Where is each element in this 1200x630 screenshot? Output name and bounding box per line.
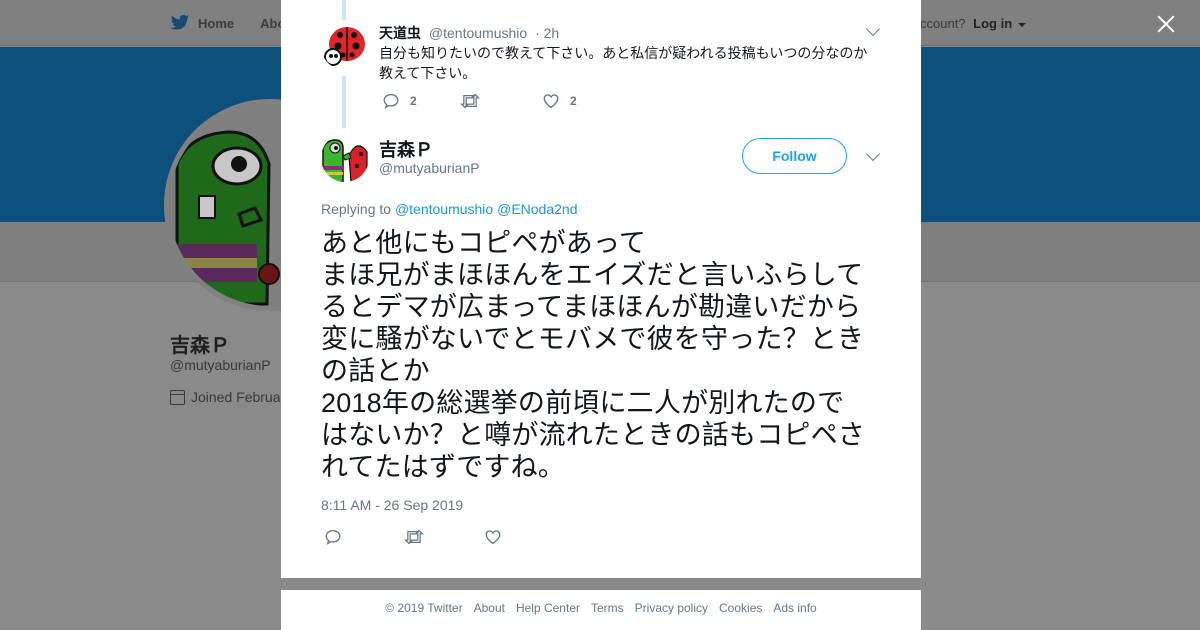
footer-link-about[interactable]: About <box>474 601 505 615</box>
frog-avatar-small-image <box>321 134 369 182</box>
like-button[interactable]: 2 <box>542 92 577 110</box>
reply-button[interactable]: 2 <box>382 92 460 110</box>
replying-prefix: Replying to <box>321 201 392 217</box>
calendar-icon <box>170 389 185 405</box>
nav-home-link[interactable]: Home <box>198 16 234 31</box>
reply-button[interactable] <box>324 528 404 546</box>
replying-to: Replying to @tentoumushio @ENoda2nd <box>321 201 578 217</box>
twitter-bird-icon <box>170 14 190 30</box>
footer-link-terms[interactable]: Terms <box>591 601 624 615</box>
joined-text: Joined Februa <box>191 389 281 405</box>
account-prompt: ccount? <box>920 16 966 31</box>
chevron-down-icon[interactable] <box>865 21 881 37</box>
tweet-permalink-modal: 天道虫 @tentoumushio · 2h 自分も知りたいので教えて下さい。あ… <box>281 0 921 578</box>
main-tweet-text: あと他にもコピペがあって まほ兄がまほほんをエイズだと言いふらしてるとデマが広ま… <box>321 228 865 482</box>
parent-avatar[interactable] <box>321 22 369 70</box>
background-nav: Home Abo <box>170 14 285 32</box>
parent-author-name[interactable]: 天道虫 <box>379 25 421 41</box>
heart-icon <box>485 530 501 545</box>
reply-count: 2 <box>410 94 417 108</box>
caret-down-icon[interactable] <box>1017 22 1026 27</box>
like-button[interactable] <box>484 528 502 546</box>
parent-tweet-actions: 2 2 <box>382 92 577 110</box>
account-area: ccount? Log in <box>920 16 1026 31</box>
footer-copyright: © 2019 Twitter <box>385 601 463 615</box>
tweet-timestamp[interactable]: 8:11 AM - 26 Sep 2019 <box>321 497 463 513</box>
footer-link-ads-info[interactable]: Ads info <box>773 601 816 615</box>
profile-name: 吉森Ｐ <box>170 335 230 357</box>
footer-link-cookies[interactable]: Cookies <box>719 601 762 615</box>
modal-footer: © 2019 Twitter About Help Center Terms P… <box>281 590 921 630</box>
main-avatar[interactable] <box>321 134 369 182</box>
retweet-button[interactable] <box>460 92 542 110</box>
replying-to-link-tentoumushio[interactable]: @tentoumushio <box>395 201 493 217</box>
footer-link-privacy[interactable]: Privacy policy <box>635 601 708 615</box>
parent-tweet-text: 自分も知りたいので教えて下さい。あと私信が疑われる投稿もいつの分なのか教えて下さ… <box>379 45 868 81</box>
main-author-name[interactable]: 吉森Ｐ <box>379 136 433 162</box>
retweet-button[interactable] <box>404 528 484 546</box>
follow-button[interactable]: Follow <box>742 138 847 174</box>
like-count: 2 <box>570 94 577 108</box>
ladybug-avatar-image <box>321 22 369 70</box>
thread-line-top <box>342 0 346 20</box>
heart-icon <box>543 94 559 109</box>
main-author-handle[interactable]: @mutyaburianP <box>379 160 480 176</box>
reply-icon <box>325 529 341 545</box>
main-tweet-actions <box>324 528 502 546</box>
reply-icon <box>383 93 399 109</box>
footer-link-help-center[interactable]: Help Center <box>516 601 580 615</box>
login-link[interactable]: Log in <box>973 16 1012 31</box>
profile-joined: Joined Februa <box>170 389 281 405</box>
parent-author-handle[interactable]: @tentoumushio <box>429 25 527 41</box>
parent-tweet-header: 天道虫 @tentoumushio · 2h <box>379 23 559 43</box>
chevron-down-icon[interactable] <box>865 146 881 162</box>
thread-line-bottom <box>342 76 346 128</box>
retweet-icon <box>404 529 424 545</box>
retweet-icon <box>460 93 480 109</box>
parent-tweet-time[interactable]: · 2h <box>535 25 559 41</box>
profile-handle: @mutyaburianP <box>170 357 271 373</box>
replying-to-link-enoda2nd[interactable]: @ENoda2nd <box>497 201 577 217</box>
close-icon[interactable] <box>1154 12 1178 36</box>
